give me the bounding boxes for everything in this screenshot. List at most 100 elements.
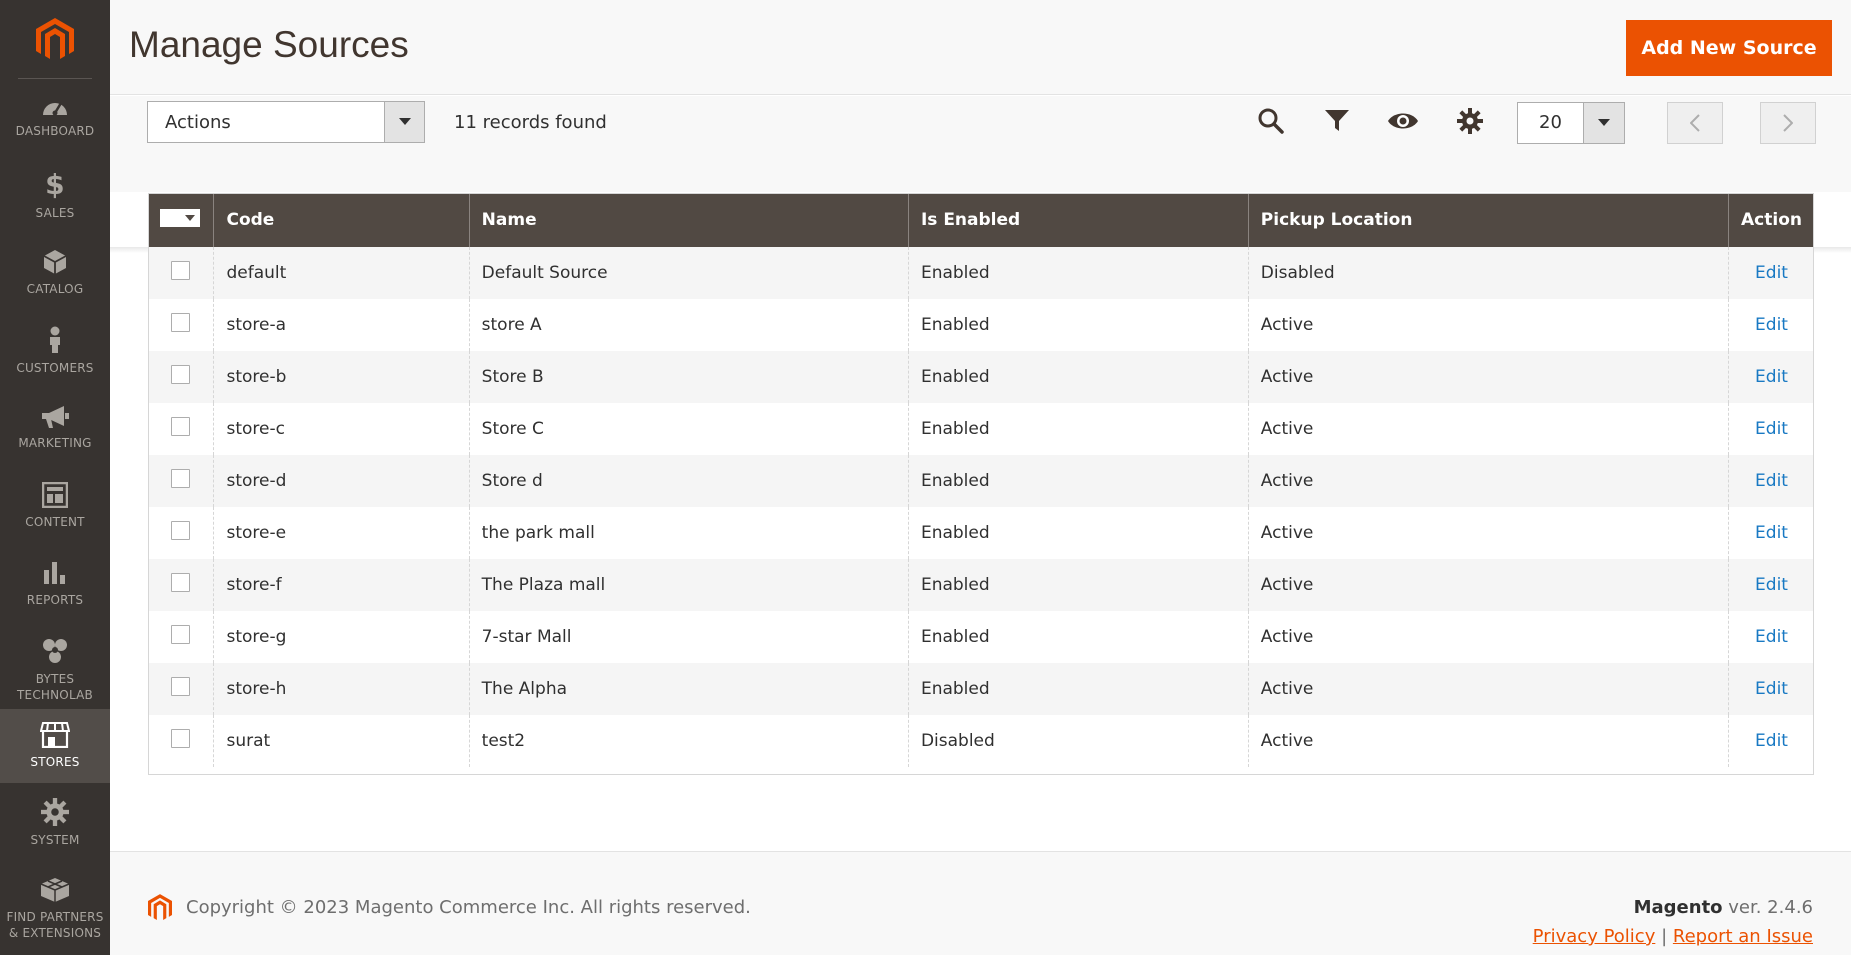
sidebar-item-catalog[interactable]: CATALOG bbox=[0, 236, 110, 310]
name-cell: The Plaza mall bbox=[468, 559, 909, 611]
select-cell[interactable] bbox=[148, 351, 214, 403]
magento-logo[interactable] bbox=[0, 0, 110, 79]
name-cell: test2 bbox=[468, 715, 909, 767]
name-cell: Store B bbox=[468, 351, 909, 403]
page-header: Manage Sources Add New Source bbox=[110, 0, 1851, 95]
row-checkbox[interactable] bbox=[171, 677, 190, 696]
select-cell[interactable] bbox=[148, 455, 214, 507]
sidebar-item-system[interactable]: SYSTEM bbox=[0, 786, 110, 860]
filter-icon[interactable] bbox=[1319, 106, 1355, 136]
column-header-pickup-location[interactable]: Pickup Location bbox=[1247, 193, 1729, 247]
row-checkbox[interactable] bbox=[171, 469, 190, 488]
sidebar-item-bytes-technolab[interactable]: BYTES TECHNOLAB bbox=[0, 630, 110, 710]
records-found-count: 11 records found bbox=[454, 112, 607, 133]
column-header-action: Action bbox=[1728, 193, 1814, 247]
sidebar-item-sales[interactable]: $ SALES bbox=[0, 158, 110, 232]
per-page-select[interactable]: 20 bbox=[1517, 102, 1625, 144]
code-cell: store-b bbox=[213, 351, 470, 403]
is-enabled-cell: Enabled bbox=[907, 611, 1249, 663]
edit-link[interactable]: Edit bbox=[1755, 575, 1788, 595]
copyright-text: Copyright © 2023 Magento Commerce Inc. A… bbox=[186, 897, 751, 918]
table-row: store-f The Plaza mall Enabled Active Edit bbox=[148, 559, 1814, 611]
chevron-right-icon bbox=[1783, 114, 1793, 132]
sidebar-item-label: REPORTS bbox=[26, 593, 84, 607]
select-cell[interactable] bbox=[148, 247, 214, 299]
select-cell[interactable] bbox=[148, 403, 214, 455]
edit-link[interactable]: Edit bbox=[1755, 471, 1788, 491]
row-checkbox[interactable] bbox=[171, 365, 190, 384]
pickup-location-cell: Active bbox=[1247, 663, 1729, 715]
person-icon bbox=[47, 326, 63, 360]
code-cell: store-e bbox=[213, 507, 470, 559]
select-cell[interactable] bbox=[148, 559, 214, 611]
add-new-source-button[interactable]: Add New Source bbox=[1626, 20, 1832, 76]
sidebar-item-marketing[interactable]: MARKETING bbox=[0, 391, 110, 465]
row-checkbox[interactable] bbox=[171, 625, 190, 644]
sidebar-item-customers[interactable]: CUSTOMERS bbox=[0, 314, 110, 388]
pickup-location-cell: Disabled bbox=[1247, 247, 1729, 299]
action-cell: Edit bbox=[1728, 299, 1814, 351]
sidebar-item-label: SALES bbox=[35, 206, 75, 220]
action-cell: Edit bbox=[1728, 715, 1814, 767]
select-cell[interactable] bbox=[148, 611, 214, 663]
sidebar-item-find-partners-extensions[interactable]: FIND PARTNERS & EXTENSIONS bbox=[0, 864, 110, 954]
sidebar-item-dashboard[interactable]: DASHBOARD bbox=[0, 80, 110, 154]
select-cell[interactable] bbox=[148, 299, 214, 351]
row-checkbox[interactable] bbox=[171, 417, 190, 436]
mass-select-header[interactable] bbox=[148, 193, 214, 247]
column-header-is-enabled[interactable]: Is Enabled bbox=[907, 193, 1249, 247]
code-cell: store-g bbox=[213, 611, 470, 663]
eye-icon[interactable] bbox=[1385, 106, 1421, 136]
select-cell[interactable] bbox=[148, 663, 214, 715]
actions-dropdown[interactable]: Actions bbox=[147, 101, 425, 143]
action-cell: Edit bbox=[1728, 611, 1814, 663]
table-row: store-h The Alpha Enabled Active Edit bbox=[148, 663, 1814, 715]
sidebar-item-stores[interactable]: STORES bbox=[0, 709, 110, 783]
edit-link[interactable]: Edit bbox=[1755, 731, 1788, 751]
bar-chart-icon bbox=[43, 560, 67, 592]
sidebar-item-content[interactable]: CONTENT bbox=[0, 469, 110, 543]
privacy-policy-link[interactable]: Privacy Policy bbox=[1533, 926, 1656, 947]
action-cell: Edit bbox=[1728, 247, 1814, 299]
action-cell: Edit bbox=[1728, 455, 1814, 507]
name-cell: Default Source bbox=[468, 247, 909, 299]
row-checkbox[interactable] bbox=[171, 521, 190, 540]
gear-icon bbox=[41, 798, 69, 832]
row-checkbox[interactable] bbox=[171, 573, 190, 592]
link-separator: | bbox=[1661, 926, 1668, 947]
edit-link[interactable]: Edit bbox=[1755, 523, 1788, 543]
edit-link[interactable]: Edit bbox=[1755, 263, 1788, 283]
row-checkbox[interactable] bbox=[171, 313, 190, 332]
edit-link[interactable]: Edit bbox=[1755, 367, 1788, 387]
column-header-name[interactable]: Name bbox=[468, 193, 909, 247]
sidebar-item-label: DASHBOARD bbox=[15, 124, 95, 138]
sidebar-item-label: MARKETING bbox=[18, 436, 92, 450]
edit-link[interactable]: Edit bbox=[1755, 419, 1788, 439]
row-checkbox[interactable] bbox=[171, 729, 190, 748]
sidebar-item-reports[interactable]: REPORTS bbox=[0, 547, 110, 621]
brand-name: Magento bbox=[1633, 897, 1723, 918]
edit-link[interactable]: Edit bbox=[1755, 627, 1788, 647]
table-row: store-c Store C Enabled Active Edit bbox=[148, 403, 1814, 455]
pickup-location-cell: Active bbox=[1247, 403, 1729, 455]
search-icon[interactable] bbox=[1253, 106, 1289, 136]
next-page-button[interactable] bbox=[1760, 102, 1816, 144]
edit-link[interactable]: Edit bbox=[1755, 679, 1788, 699]
mass-select-checkbox[interactable] bbox=[160, 208, 200, 228]
gear-icon[interactable] bbox=[1452, 106, 1488, 136]
magento-logo-icon bbox=[148, 894, 172, 920]
select-cell[interactable] bbox=[148, 507, 214, 559]
report-issue-link[interactable]: Report an Issue bbox=[1673, 926, 1813, 947]
pickup-location-cell: Active bbox=[1247, 351, 1729, 403]
column-header-code[interactable]: Code bbox=[213, 193, 470, 247]
previous-page-button[interactable] bbox=[1667, 102, 1723, 144]
table-row: store-g 7-star Mall Enabled Active Edit bbox=[148, 611, 1814, 663]
edit-link[interactable]: Edit bbox=[1755, 315, 1788, 335]
sidebar-item-label: CONTENT bbox=[25, 515, 85, 529]
magento-logo-icon bbox=[36, 17, 74, 59]
name-cell: 7-star Mall bbox=[468, 611, 909, 663]
row-checkbox[interactable] bbox=[171, 261, 190, 280]
footer-links: Privacy Policy | Report an Issue bbox=[1533, 926, 1813, 947]
layout-icon bbox=[42, 482, 68, 514]
select-cell[interactable] bbox=[148, 715, 214, 767]
